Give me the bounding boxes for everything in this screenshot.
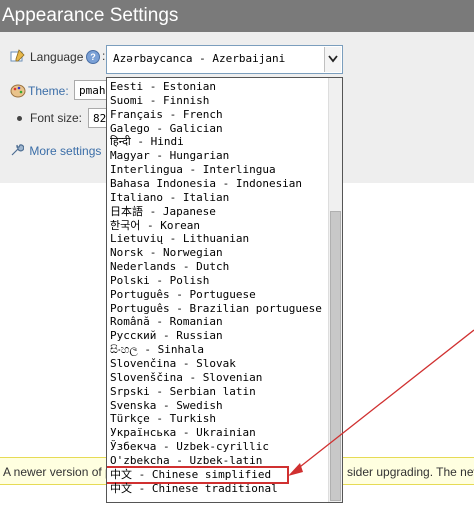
wrench-icon — [10, 143, 26, 156]
language-option[interactable]: 日本語 - Japanese — [110, 205, 216, 219]
language-option[interactable]: Português - Portuguese — [110, 288, 256, 302]
scrollbar-thumb[interactable] — [330, 211, 341, 501]
language-option[interactable]: Română - Romanian — [110, 315, 223, 329]
language-label: Language — [30, 50, 84, 64]
more-settings-label: More settings — [29, 144, 102, 158]
language-option[interactable]: Interlingua - Interlingua — [110, 163, 276, 177]
language-colon: : — [102, 49, 106, 63]
window-title: Appearance Settings — [0, 0, 474, 32]
language-option[interactable]: සිංහල - Sinhala — [110, 343, 204, 357]
language-option[interactable]: Suomi - Finnish — [110, 94, 209, 108]
language-option[interactable]: Eesti - Estonian — [110, 80, 216, 94]
language-option[interactable]: Galego - Galician — [110, 122, 223, 136]
language-option[interactable]: Ўзбекча - Uzbek-cyrillic — [110, 440, 269, 454]
language-option[interactable]: O'zbekcha - Uzbek-latin — [110, 454, 262, 468]
language-option[interactable]: 한국어 - Korean — [110, 219, 200, 233]
language-option[interactable]: 中文 - Chinese simplified — [107, 465, 289, 484]
language-option[interactable]: Русский - Russian — [110, 329, 223, 343]
theme-select[interactable]: pmah — [74, 80, 108, 100]
language-option[interactable]: Українська - Ukrainian — [110, 426, 256, 440]
language-option[interactable]: Bahasa Indonesia - Indonesian — [110, 177, 302, 191]
language-option[interactable]: Türkçe - Turkish — [110, 412, 216, 426]
language-option[interactable]: Svenska - Swedish — [110, 399, 223, 413]
language-icon — [10, 49, 25, 67]
language-dropdown-list[interactable]: Eesti - Estonian Suomi - Finnish Français … — [106, 77, 343, 503]
language-option[interactable]: Italiano - Italian — [110, 191, 229, 205]
language-option[interactable]: Srpski - Serbian latin — [110, 385, 256, 399]
notice-text-left: A newer version of p — [3, 465, 112, 479]
language-option[interactable]: हिन्दी - Hindi — [110, 135, 184, 149]
language-option[interactable]: Polski - Polish — [110, 274, 209, 288]
language-option[interactable]: Norsk - Norwegian — [110, 246, 223, 260]
chevron-down-icon — [328, 55, 338, 63]
dropdown-scrollbar[interactable] — [328, 78, 342, 502]
help-icon[interactable]: ? — [86, 50, 100, 64]
language-option[interactable]: 中文 - Chinese traditional — [110, 482, 278, 496]
notice-text-right: sider upgrading. The new — [347, 465, 474, 479]
language-option[interactable]: Português - Brazilian portuguese — [110, 302, 322, 316]
language-select[interactable]: Azərbaycanca - Azerbaijani — [106, 45, 343, 74]
language-dropdown-button[interactable] — [324, 47, 341, 72]
bullet-icon — [17, 116, 22, 121]
font-size-select[interactable]: 82 — [88, 108, 108, 128]
font-size-label: Font size: — [30, 111, 83, 125]
theme-label: Theme: — [28, 84, 69, 98]
palette-icon — [10, 83, 26, 102]
language-option[interactable]: Slovenščina - Slovenian — [110, 371, 262, 385]
language-option[interactable]: Nederlands - Dutch — [110, 260, 229, 274]
language-option[interactable]: Magyar - Hungarian — [110, 149, 229, 163]
language-option[interactable]: Français - French — [110, 108, 223, 122]
language-selected-value: Azərbaycanca - Azerbaijani — [113, 52, 286, 65]
more-settings-link[interactable]: More settings — [10, 143, 101, 158]
language-option[interactable]: Slovenčina - Slovak — [110, 357, 236, 371]
language-option[interactable]: Lietuvių - Lithuanian — [110, 232, 249, 246]
